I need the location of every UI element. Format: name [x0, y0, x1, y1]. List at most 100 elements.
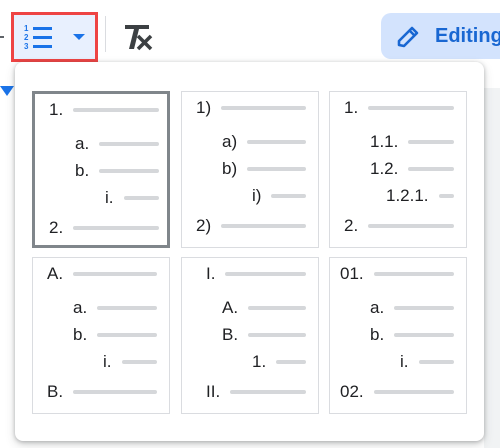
list-style-line: a.: [35, 134, 167, 154]
toolbar-edge: [0, 36, 4, 38]
list-style-line: i.: [35, 188, 167, 208]
list-marker-label: b.: [73, 325, 88, 344]
list-marker-label: B.: [222, 325, 239, 344]
list-placeholder-line: [418, 360, 454, 364]
svg-text:1: 1: [24, 24, 29, 33]
svg-text:3: 3: [24, 42, 29, 50]
list-placeholder-line: [99, 142, 159, 146]
list-style-line: II.: [182, 382, 314, 402]
list-marker-label: i.: [105, 188, 114, 207]
list-placeholder-line: [230, 390, 306, 394]
clear-formatting-icon[interactable]: [120, 22, 154, 52]
list-style-line: 1.2.: [330, 159, 462, 179]
list-style-dropdown: 1. a. b. i. 2. 1) a) b) i) 2) 1. 1.1. 1.2. 1.2.1. 2. A.…: [15, 62, 484, 441]
list-style-line: i): [182, 186, 314, 206]
list-style-option-zero-padded-decimal[interactable]: 01. a. b. i. 02.: [329, 257, 467, 414]
list-style-line: 1.1.: [330, 132, 462, 152]
list-marker-label: 1.2.: [370, 159, 399, 178]
list-marker-label: 1.: [252, 352, 267, 371]
editing-mode-button[interactable]: Editing: [381, 13, 500, 59]
list-style-line: 1.2.1.: [330, 186, 462, 206]
list-placeholder-line: [276, 360, 306, 364]
list-style-line: i.: [33, 352, 165, 372]
pencil-icon: [397, 26, 419, 48]
list-style-line: 1.: [35, 100, 167, 120]
list-placeholder-line: [221, 224, 306, 228]
list-marker-label: i.: [103, 352, 112, 371]
list-placeholder-line: [373, 390, 454, 394]
list-marker-label: b): [222, 159, 238, 178]
list-placeholder-line: [73, 390, 157, 394]
list-marker-label: 1.: [49, 100, 64, 119]
list-marker-label: a): [222, 132, 238, 151]
list-style-line: 1): [182, 98, 314, 118]
list-placeholder-line: [99, 169, 159, 173]
list-placeholder-line: [438, 194, 454, 198]
list-placeholder-line: [247, 167, 306, 171]
list-marker-label: A.: [47, 264, 64, 283]
list-placeholder-line: [248, 306, 306, 310]
list-placeholder-line: [373, 272, 454, 276]
list-placeholder-line: [73, 108, 159, 112]
list-marker-label: 1.2.1.: [386, 186, 429, 205]
list-style-line: I.: [182, 264, 314, 284]
list-style-line: 1.: [182, 352, 314, 372]
list-style-option-decimal-alpha-roman[interactable]: 1. a. b. i. 2.: [32, 91, 170, 248]
list-style-line: b): [182, 159, 314, 179]
list-style-line: 02.: [330, 382, 462, 402]
list-marker-label: a.: [75, 134, 90, 153]
list-style-line: 2.: [35, 218, 167, 238]
document-side-strip: [484, 88, 500, 448]
list-placeholder-line: [248, 333, 306, 337]
list-marker-label: 1.: [344, 98, 359, 117]
list-marker-label: a.: [370, 298, 385, 317]
list-style-line: i.: [330, 352, 462, 372]
editing-label: Editing: [435, 25, 500, 47]
list-placeholder-line: [73, 226, 159, 230]
list-placeholder-line: [73, 272, 157, 276]
list-style-line: 2.: [330, 216, 462, 236]
svg-text:2: 2: [24, 33, 29, 42]
list-marker-label: i): [252, 186, 262, 205]
chevron-down-icon[interactable]: [72, 32, 86, 42]
list-marker-label: I.: [206, 264, 216, 283]
list-placeholder-line: [394, 333, 454, 337]
list-marker-label: i.: [400, 352, 409, 371]
list-style-line: 1.: [330, 98, 462, 118]
list-marker-label: 1): [196, 98, 212, 117]
list-style-line: b.: [330, 325, 462, 345]
list-marker-label: II.: [206, 382, 221, 401]
list-placeholder-line: [247, 140, 306, 144]
list-marker-label: 2.: [344, 216, 359, 235]
list-style-option-roman-upper[interactable]: I. A. B. 1. II.: [181, 257, 319, 414]
list-marker-label: a.: [73, 298, 88, 317]
list-style-line: A.: [33, 264, 165, 284]
list-marker-label: 02.: [340, 382, 364, 401]
list-style-line: A.: [182, 298, 314, 318]
list-style-option-alpha-upper[interactable]: A. a. b. i. B.: [32, 257, 170, 414]
toolbar-divider: [105, 16, 106, 52]
list-placeholder-line: [225, 272, 306, 276]
list-placeholder-line: [271, 194, 306, 198]
list-placeholder-line: [408, 140, 454, 144]
list-style-line: B.: [182, 325, 314, 345]
list-style-option-parenthesis[interactable]: 1) a) b) i) 2): [181, 91, 319, 248]
list-style-line: 01.: [330, 264, 462, 284]
ruler-indent-marker[interactable]: [0, 86, 14, 96]
list-marker-label: b.: [75, 161, 90, 180]
list-placeholder-line: [121, 360, 157, 364]
list-style-line: a.: [33, 298, 165, 318]
list-placeholder-line: [97, 333, 157, 337]
list-style-line: b.: [33, 325, 165, 345]
list-style-line: a): [182, 132, 314, 152]
list-placeholder-line: [368, 106, 454, 110]
list-style-option-outline-decimal[interactable]: 1. 1.1. 1.2. 1.2.1. 2.: [329, 91, 467, 248]
list-placeholder-line: [97, 306, 157, 310]
list-marker-label: b.: [370, 325, 385, 344]
numbered-list-button[interactable]: 1 2 3: [11, 12, 98, 62]
list-style-line: 2): [182, 216, 314, 236]
list-placeholder-line: [123, 196, 159, 200]
list-placeholder-line: [221, 106, 306, 110]
list-placeholder-line: [368, 224, 454, 228]
list-placeholder-line: [408, 167, 454, 171]
